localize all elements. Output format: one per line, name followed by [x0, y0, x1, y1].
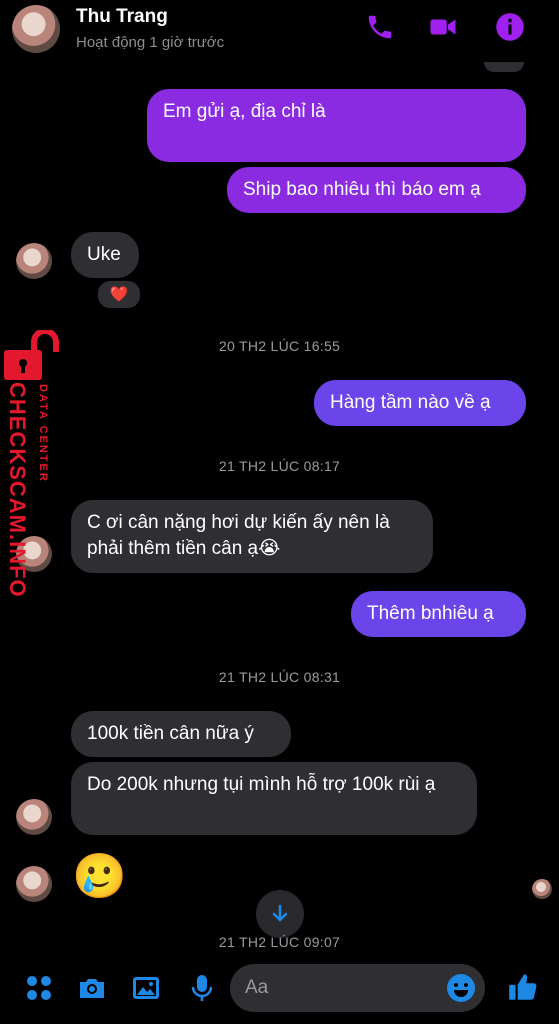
apps-icon[interactable]: [23, 972, 55, 1004]
arrow-down-icon: [272, 904, 288, 922]
heart-reaction[interactable]: ❤️: [96, 279, 142, 310]
sender-avatar[interactable]: [16, 866, 52, 902]
sender-avatar[interactable]: [16, 243, 52, 279]
emoji-message[interactable]: 🥲: [72, 850, 127, 904]
incoming-message[interactable]: 100k tiền cân nữa ý: [71, 711, 291, 757]
chat-header: Thu Trang Hoạt động 1 giờ trước: [0, 0, 559, 60]
watermark-subtext: DATA CENTER: [37, 384, 49, 483]
emoji-icon[interactable]: [445, 972, 477, 1004]
like-icon[interactable]: [506, 970, 540, 1004]
sender-avatar[interactable]: [16, 799, 52, 835]
incoming-message[interactable]: C ơi cân nặng hơi dự kiến ấy nên là phải…: [71, 500, 433, 573]
timestamp: 21 TH2 LÚC 08:31: [218, 669, 341, 685]
timestamp: 21 TH2 LÚC 08:17: [218, 458, 341, 474]
video-call-icon[interactable]: [428, 12, 458, 42]
timestamp: 20 TH2 LÚC 16:55: [218, 338, 341, 354]
outgoing-message[interactable]: Em gửi ạ, địa chỉ là: [147, 89, 526, 162]
message-input-placeholder: Aa: [245, 977, 269, 998]
camera-icon[interactable]: [76, 972, 108, 1004]
watermark-text: CHECKSCAM.INFO: [5, 382, 30, 598]
microphone-icon[interactable]: [186, 972, 218, 1004]
lock-icon: [4, 330, 59, 380]
info-icon[interactable]: [495, 12, 525, 42]
contact-name[interactable]: Thu Trang: [76, 6, 168, 28]
contact-status: Hoạt động 1 giờ trước: [76, 34, 225, 51]
scroll-to-bottom-button[interactable]: [256, 890, 304, 938]
outgoing-message[interactable]: Ship bao nhiêu thì báo em ạ: [227, 167, 526, 213]
contact-avatar[interactable]: [12, 5, 60, 53]
phone-icon[interactable]: [365, 12, 395, 42]
image-icon[interactable]: [130, 972, 162, 1004]
previous-message-edge: [484, 62, 524, 72]
outgoing-message[interactable]: Hàng tầm nào về ạ: [314, 380, 526, 426]
incoming-message[interactable]: Do 200k nhưng tụi mình hỗ trợ 100k rùi ạ: [71, 762, 477, 835]
outgoing-message[interactable]: Thêm bnhiêu ạ: [351, 591, 526, 637]
seen-avatar: [532, 879, 552, 899]
timestamp: 21 TH2 LÚC 09:07: [218, 934, 341, 950]
incoming-message[interactable]: Uke: [71, 232, 139, 278]
